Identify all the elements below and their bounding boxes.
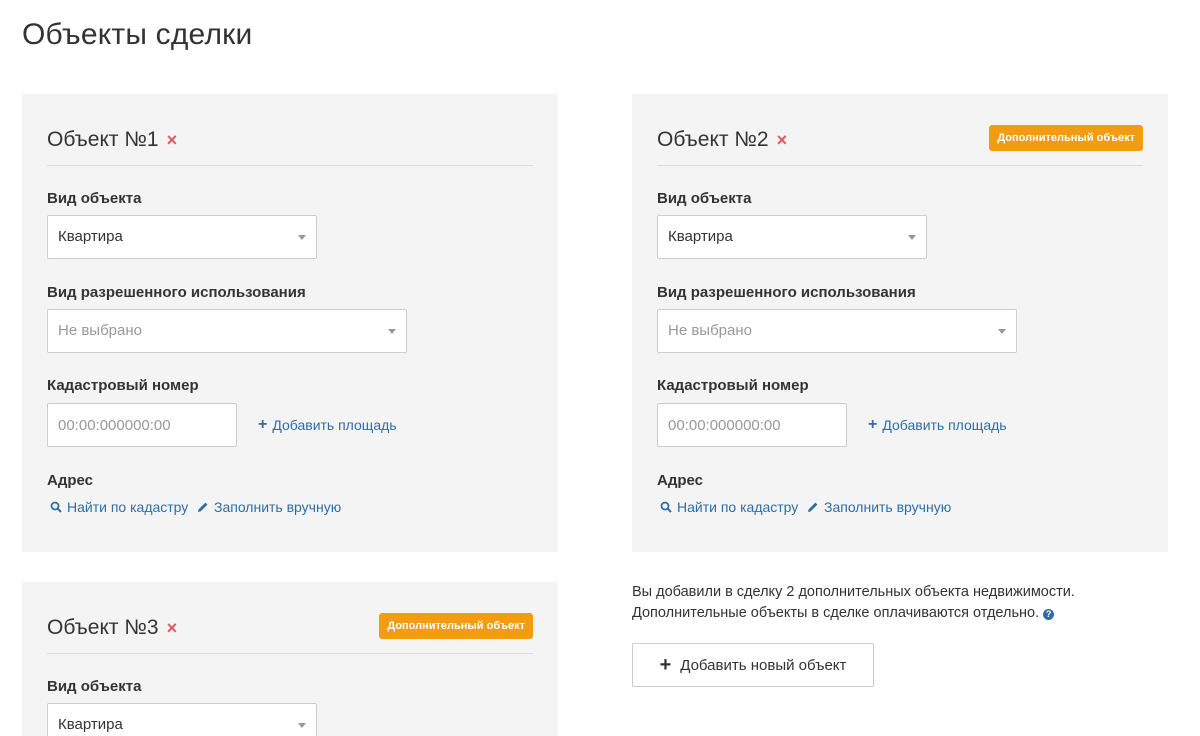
add-area-label: Добавить площадь xyxy=(882,417,1007,433)
card-title-text: Объект №3 xyxy=(47,616,159,639)
card-header: Объект №3 × Дополнительный объект xyxy=(47,582,533,654)
add-area-link[interactable]: + Добавить площадь xyxy=(868,416,1007,434)
usage-type-value: Не выбрано xyxy=(668,322,752,339)
plus-icon: + xyxy=(659,654,672,676)
plus-icon: + xyxy=(258,416,268,433)
find-by-cadastre-link[interactable]: Найти по кадастру xyxy=(50,499,188,515)
page-title: Объекты сделки xyxy=(22,18,253,51)
chevron-down-icon xyxy=(998,329,1006,334)
info-line-2: Дополнительные объекты в сделке оплачива… xyxy=(632,603,1152,624)
add-area-label: Добавить площадь xyxy=(272,417,397,433)
address-label: Адрес xyxy=(47,472,94,489)
remove-object-icon[interactable]: × xyxy=(167,130,178,150)
cadastral-number-input[interactable] xyxy=(47,403,237,447)
card-header: Объект №1 × xyxy=(47,94,533,166)
object-type-value: Квартира xyxy=(58,716,123,733)
object-type-label: Вид объекта xyxy=(657,190,752,207)
fill-manually-link[interactable]: Заполнить вручную xyxy=(807,499,951,515)
info-line-2-text: Дополнительные объекты в сделке оплачива… xyxy=(632,605,1040,621)
card-header: Объект №2 × Дополнительный объект xyxy=(657,94,1143,166)
card-title-text: Объект №1 xyxy=(47,128,159,151)
fill-manually-label: Заполнить вручную xyxy=(214,499,342,515)
chevron-down-icon xyxy=(298,723,306,728)
additional-object-badge: Дополнительный объект xyxy=(379,613,533,639)
object-card-2: Объект №2 × Дополнительный объект Вид объ… xyxy=(632,94,1168,552)
search-icon xyxy=(50,501,62,513)
usage-type-select[interactable]: Не выбрано xyxy=(657,309,1017,353)
chevron-down-icon xyxy=(908,235,916,240)
object-type-value: Квартира xyxy=(668,228,733,245)
find-by-cadastre-link[interactable]: Найти по кадастру xyxy=(660,499,798,515)
card-title: Объект №2 × xyxy=(657,128,787,152)
object-type-select[interactable]: Квартира xyxy=(47,215,317,259)
object-type-value: Квартира xyxy=(58,228,123,245)
object-type-select[interactable]: Квартира xyxy=(47,703,317,736)
card-title: Объект №3 × xyxy=(47,616,177,640)
search-icon xyxy=(660,501,672,513)
usage-type-label: Вид разрешенного использования xyxy=(657,284,916,301)
object-card-3: Объект №3 × Дополнительный объект Вид объ… xyxy=(22,582,558,736)
chevron-down-icon xyxy=(388,329,396,334)
remove-object-icon[interactable]: × xyxy=(167,618,178,638)
usage-type-label: Вид разрешенного использования xyxy=(47,284,306,301)
cadastral-number-label: Кадастровый номер xyxy=(657,377,809,394)
object-type-label: Вид объекта xyxy=(47,190,142,207)
object-type-select[interactable]: Квартира xyxy=(657,215,927,259)
object-card-1: Объект №1 × Вид объекта Квартира Вид разр… xyxy=(22,94,558,552)
chevron-down-icon xyxy=(298,235,306,240)
usage-type-select[interactable]: Не выбрано xyxy=(47,309,407,353)
additional-objects-info: Вы добавили в сделку 2 дополнительных об… xyxy=(632,582,1152,624)
help-icon[interactable]: ? xyxy=(1043,609,1055,620)
remove-object-icon[interactable]: × xyxy=(777,130,788,150)
plus-icon: + xyxy=(868,416,878,433)
add-new-object-button[interactable]: + Добавить новый объект xyxy=(632,643,874,687)
object-type-label: Вид объекта xyxy=(47,678,142,695)
fill-manually-link[interactable]: Заполнить вручную xyxy=(197,499,341,515)
cadastral-number-input[interactable] xyxy=(657,403,847,447)
cadastral-number-label: Кадастровый номер xyxy=(47,377,199,394)
card-title: Объект №1 × xyxy=(47,128,177,152)
pencil-icon xyxy=(807,501,819,513)
usage-type-value: Не выбрано xyxy=(58,322,142,339)
add-new-object-label: Добавить новый объект xyxy=(680,656,847,674)
add-area-link[interactable]: + Добавить площадь xyxy=(258,416,397,434)
find-by-cadastre-label: Найти по кадастру xyxy=(67,499,189,515)
card-title-text: Объект №2 xyxy=(657,128,769,151)
address-label: Адрес xyxy=(657,472,704,489)
fill-manually-label: Заполнить вручную xyxy=(824,499,952,515)
find-by-cadastre-label: Найти по кадастру xyxy=(677,499,799,515)
pencil-icon xyxy=(197,501,209,513)
additional-object-badge: Дополнительный объект xyxy=(989,125,1143,151)
info-line-1: Вы добавили в сделку 2 дополнительных об… xyxy=(632,584,1075,600)
